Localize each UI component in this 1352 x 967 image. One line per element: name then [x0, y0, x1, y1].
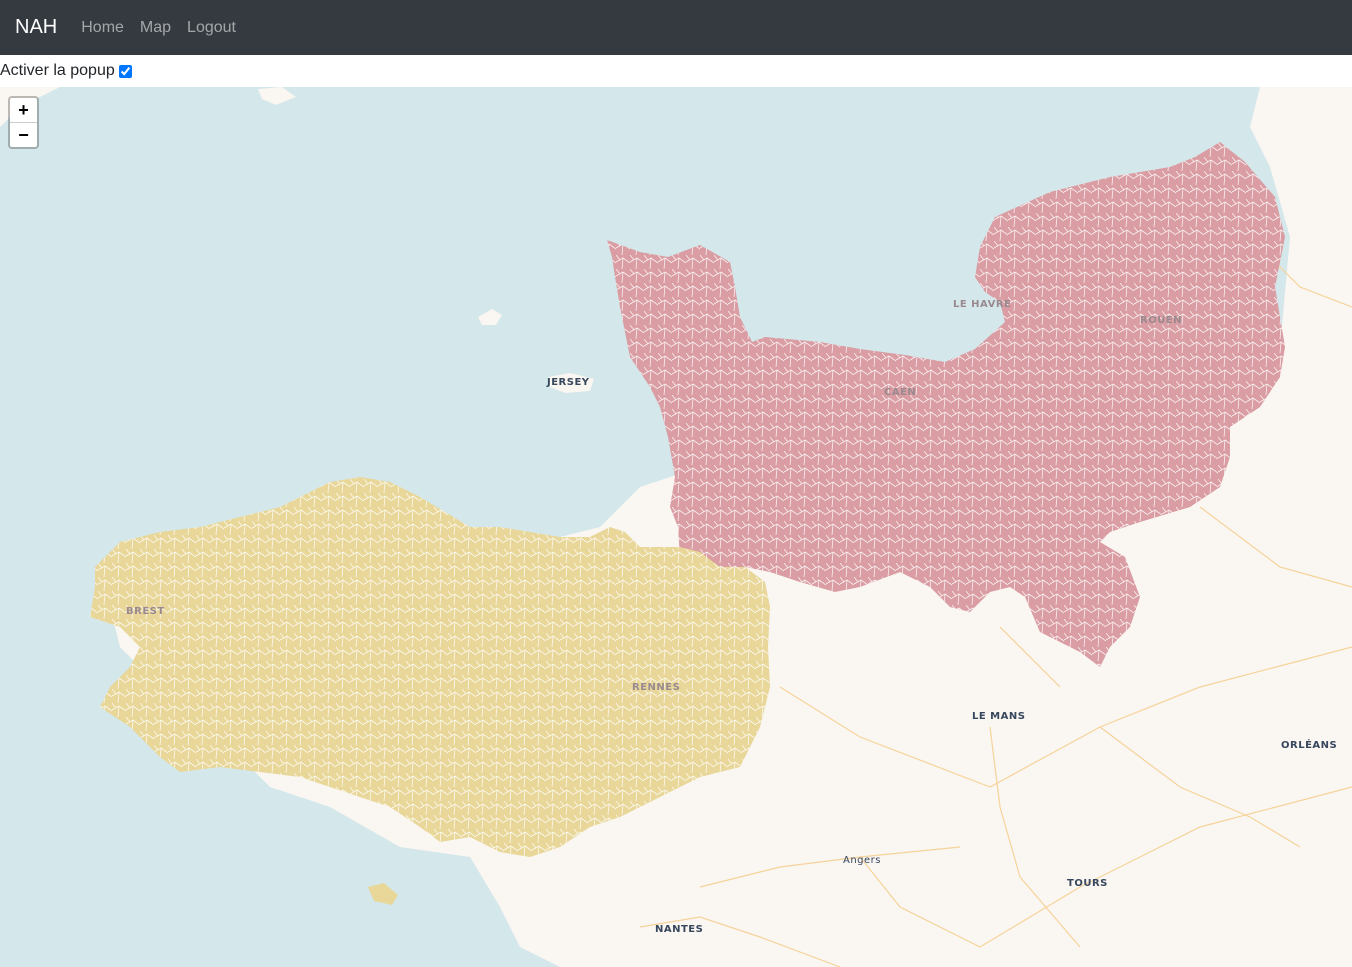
label-le-mans: LE MANS [972, 711, 1025, 722]
label-jersey: JERSEY [546, 377, 590, 388]
label-rouen: ROUEN [1140, 315, 1182, 326]
brand-link[interactable]: NAH [15, 16, 57, 39]
label-caen: CAEN [884, 387, 916, 398]
nav-map[interactable]: Map [140, 19, 171, 37]
nav-home[interactable]: Home [81, 19, 124, 37]
navbar: NAH Home Map Logout [0, 0, 1352, 55]
label-rennes: RENNES [632, 682, 680, 693]
label-tours: TOURS [1067, 878, 1108, 889]
popup-toggle-label: Activer la popup [0, 62, 115, 79]
nav-logout[interactable]: Logout [187, 19, 236, 37]
popup-toggle-row: Activer la popup [0, 55, 1352, 87]
island-wight [258, 87, 296, 105]
label-brest: BREST [126, 606, 165, 617]
label-angers: Angers [843, 855, 881, 866]
label-nantes: NANTES [655, 924, 703, 935]
label-le-havre: LE HAVRE [953, 299, 1011, 310]
label-orleans: ORLÉANS [1281, 738, 1337, 751]
map-canvas[interactable]: JERSEY LE HAVRE ROUEN CAEN BREST RENNES … [0, 87, 1352, 967]
zoom-in-button[interactable]: + [10, 98, 37, 123]
popup-toggle-checkbox[interactable] [118, 64, 132, 78]
map-container[interactable]: JERSEY LE HAVRE ROUEN CAEN BREST RENNES … [0, 87, 1352, 967]
island-guernsey [478, 309, 502, 325]
zoom-control: + − [8, 96, 39, 149]
zoom-out-button[interactable]: − [10, 123, 37, 147]
island-belle-ile [368, 883, 398, 905]
